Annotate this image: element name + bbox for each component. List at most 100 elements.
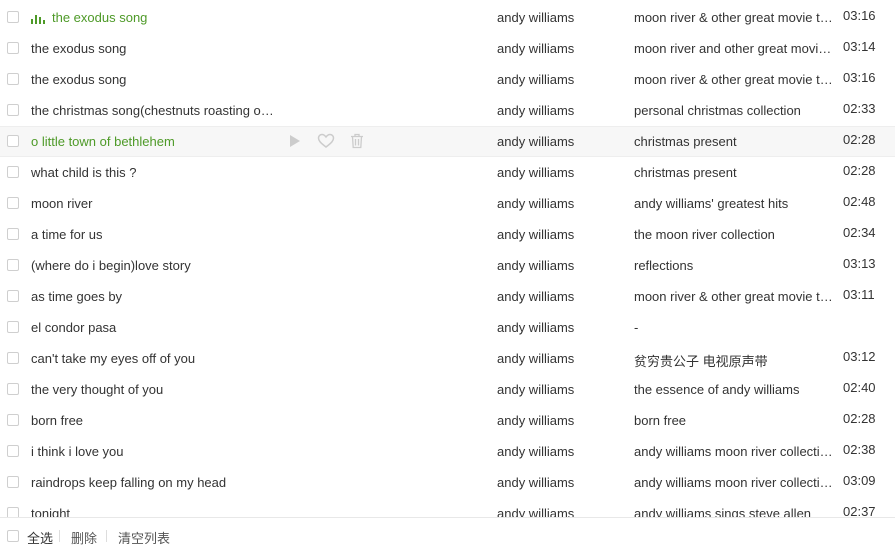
song-album[interactable]: 贫穷贵公子 电视原声带 [634,351,834,370]
row-checkbox[interactable] [7,476,19,488]
song-duration: 02:40 [843,380,876,395]
song-row[interactable]: (where do i begin)love story andy william… [0,250,895,281]
clear-list-button[interactable]: 清空列表 [118,528,170,547]
song-title[interactable]: raindrops keep falling on my head [31,475,281,490]
song-artist[interactable]: andy williams [497,41,574,56]
row-checkbox[interactable] [7,414,19,426]
select-all-label[interactable]: 全选 [27,528,53,547]
song-artist[interactable]: andy williams [497,320,574,335]
select-all-checkbox[interactable] [7,530,19,542]
song-artist[interactable]: andy williams [497,382,574,397]
song-album[interactable]: christmas present [634,134,834,149]
song-row[interactable]: el condor pasa andy williams - [0,312,895,343]
song-row[interactable]: the exodus song andy williams moon river a… [0,33,895,64]
song-row[interactable]: can't take my eyes off of you andy willia… [0,343,895,374]
song-row[interactable]: the exodus song andy williams moon river &… [0,64,895,95]
song-duration: 03:12 [843,349,876,364]
song-album[interactable]: the essence of andy williams [634,382,834,397]
row-checkbox[interactable] [7,197,19,209]
row-checkbox[interactable] [7,135,19,147]
row-checkbox[interactable] [7,352,19,364]
heart-icon[interactable] [317,133,335,152]
song-artist[interactable]: andy williams [497,10,574,25]
song-row[interactable]: o little town of bethlehem andy williams c… [0,126,895,157]
song-title[interactable]: born free [31,413,281,428]
song-album[interactable]: moon river and other great movie themes [634,41,834,56]
song-album[interactable]: andy williams sings steve allen [634,506,834,517]
song-duration: 02:48 [843,194,876,209]
song-row[interactable]: raindrops keep falling on my head andy wi… [0,467,895,498]
song-title[interactable]: (where do i begin)love story [31,258,281,273]
song-row[interactable]: the christmas song(chestnuts roasting on… [0,95,895,126]
song-artist[interactable]: andy williams [497,103,574,118]
row-checkbox[interactable] [7,321,19,333]
song-artist[interactable]: andy williams [497,72,574,87]
song-row[interactable]: what child is this ? andy williams christm… [0,157,895,188]
song-album[interactable]: andy williams' greatest hits [634,196,834,211]
song-duration: 03:14 [843,39,876,54]
song-album[interactable]: andy williams moon river collection [634,475,834,490]
song-title[interactable]: o little town of bethlehem [31,134,281,149]
song-album[interactable]: - [634,320,834,335]
song-row[interactable]: as time goes by andy williams moon river &… [0,281,895,312]
song-title[interactable]: the very thought of you [31,382,281,397]
row-checkbox[interactable] [7,104,19,116]
song-album[interactable]: moon river & other great movie themes [634,72,834,87]
song-row[interactable]: the very thought of you andy williams the … [0,374,895,405]
play-icon[interactable] [288,133,302,152]
row-checkbox[interactable] [7,290,19,302]
trash-icon[interactable] [350,133,364,152]
row-checkbox[interactable] [7,166,19,178]
row-checkbox[interactable] [7,259,19,271]
song-album[interactable]: reflections [634,258,834,273]
song-artist[interactable]: andy williams [497,506,574,517]
delete-button[interactable]: 删除 [71,528,97,547]
song-artist[interactable]: andy williams [497,196,574,211]
song-title[interactable]: the exodus song [31,72,281,87]
song-row[interactable]: born free andy williams born free 02:28 [0,405,895,436]
song-title[interactable]: a time for us [31,227,281,242]
song-album[interactable]: christmas present [634,165,834,180]
song-artist[interactable]: andy williams [497,444,574,459]
song-title[interactable]: the christmas song(chestnuts roasting on… [31,103,281,118]
row-checkbox[interactable] [7,383,19,395]
song-title[interactable]: what child is this ? [31,165,281,180]
song-title[interactable]: tonight [31,506,281,517]
song-artist[interactable]: andy williams [497,351,574,366]
song-artist[interactable]: andy williams [497,258,574,273]
row-checkbox[interactable] [7,11,19,23]
song-title[interactable]: the exodus song [31,41,281,56]
row-checkbox[interactable] [7,228,19,240]
song-duration: 03:16 [843,70,876,85]
song-album[interactable]: moon river & other great movie themes [634,10,834,25]
song-duration: 02:28 [843,411,876,426]
song-row[interactable]: i think i love you andy williams andy will… [0,436,895,467]
song-title[interactable]: el condor pasa [31,320,281,335]
song-album[interactable]: personal christmas collection [634,103,834,118]
row-checkbox[interactable] [7,507,19,517]
song-title[interactable]: as time goes by [31,289,281,304]
song-title[interactable]: can't take my eyes off of you [31,351,281,366]
song-artist[interactable]: andy williams [497,413,574,428]
song-artist[interactable]: andy williams [497,227,574,242]
song-album[interactable]: the moon river collection [634,227,834,242]
row-checkbox[interactable] [7,73,19,85]
song-duration: 02:33 [843,101,876,116]
song-album[interactable]: born free [634,413,834,428]
song-row[interactable]: tonight andy williams andy williams sings … [0,498,895,517]
song-row[interactable]: moon river andy williams andy williams' gr… [0,188,895,219]
song-artist[interactable]: andy williams [497,475,574,490]
song-artist[interactable]: andy williams [497,134,574,149]
song-title[interactable]: moon river [31,196,281,211]
song-row[interactable]: the exodus song andy williams moon river &… [0,2,895,33]
song-duration: 02:28 [843,132,876,147]
song-artist[interactable]: andy williams [497,289,574,304]
song-row[interactable]: a time for us andy williams the moon river… [0,219,895,250]
row-checkbox[interactable] [7,445,19,457]
song-album[interactable]: moon river & other great movie themes [634,289,834,304]
song-album[interactable]: andy williams moon river collection [634,444,834,459]
row-checkbox[interactable] [7,42,19,54]
song-title[interactable]: the exodus song [52,10,302,25]
song-title[interactable]: i think i love you [31,444,281,459]
song-artist[interactable]: andy williams [497,165,574,180]
